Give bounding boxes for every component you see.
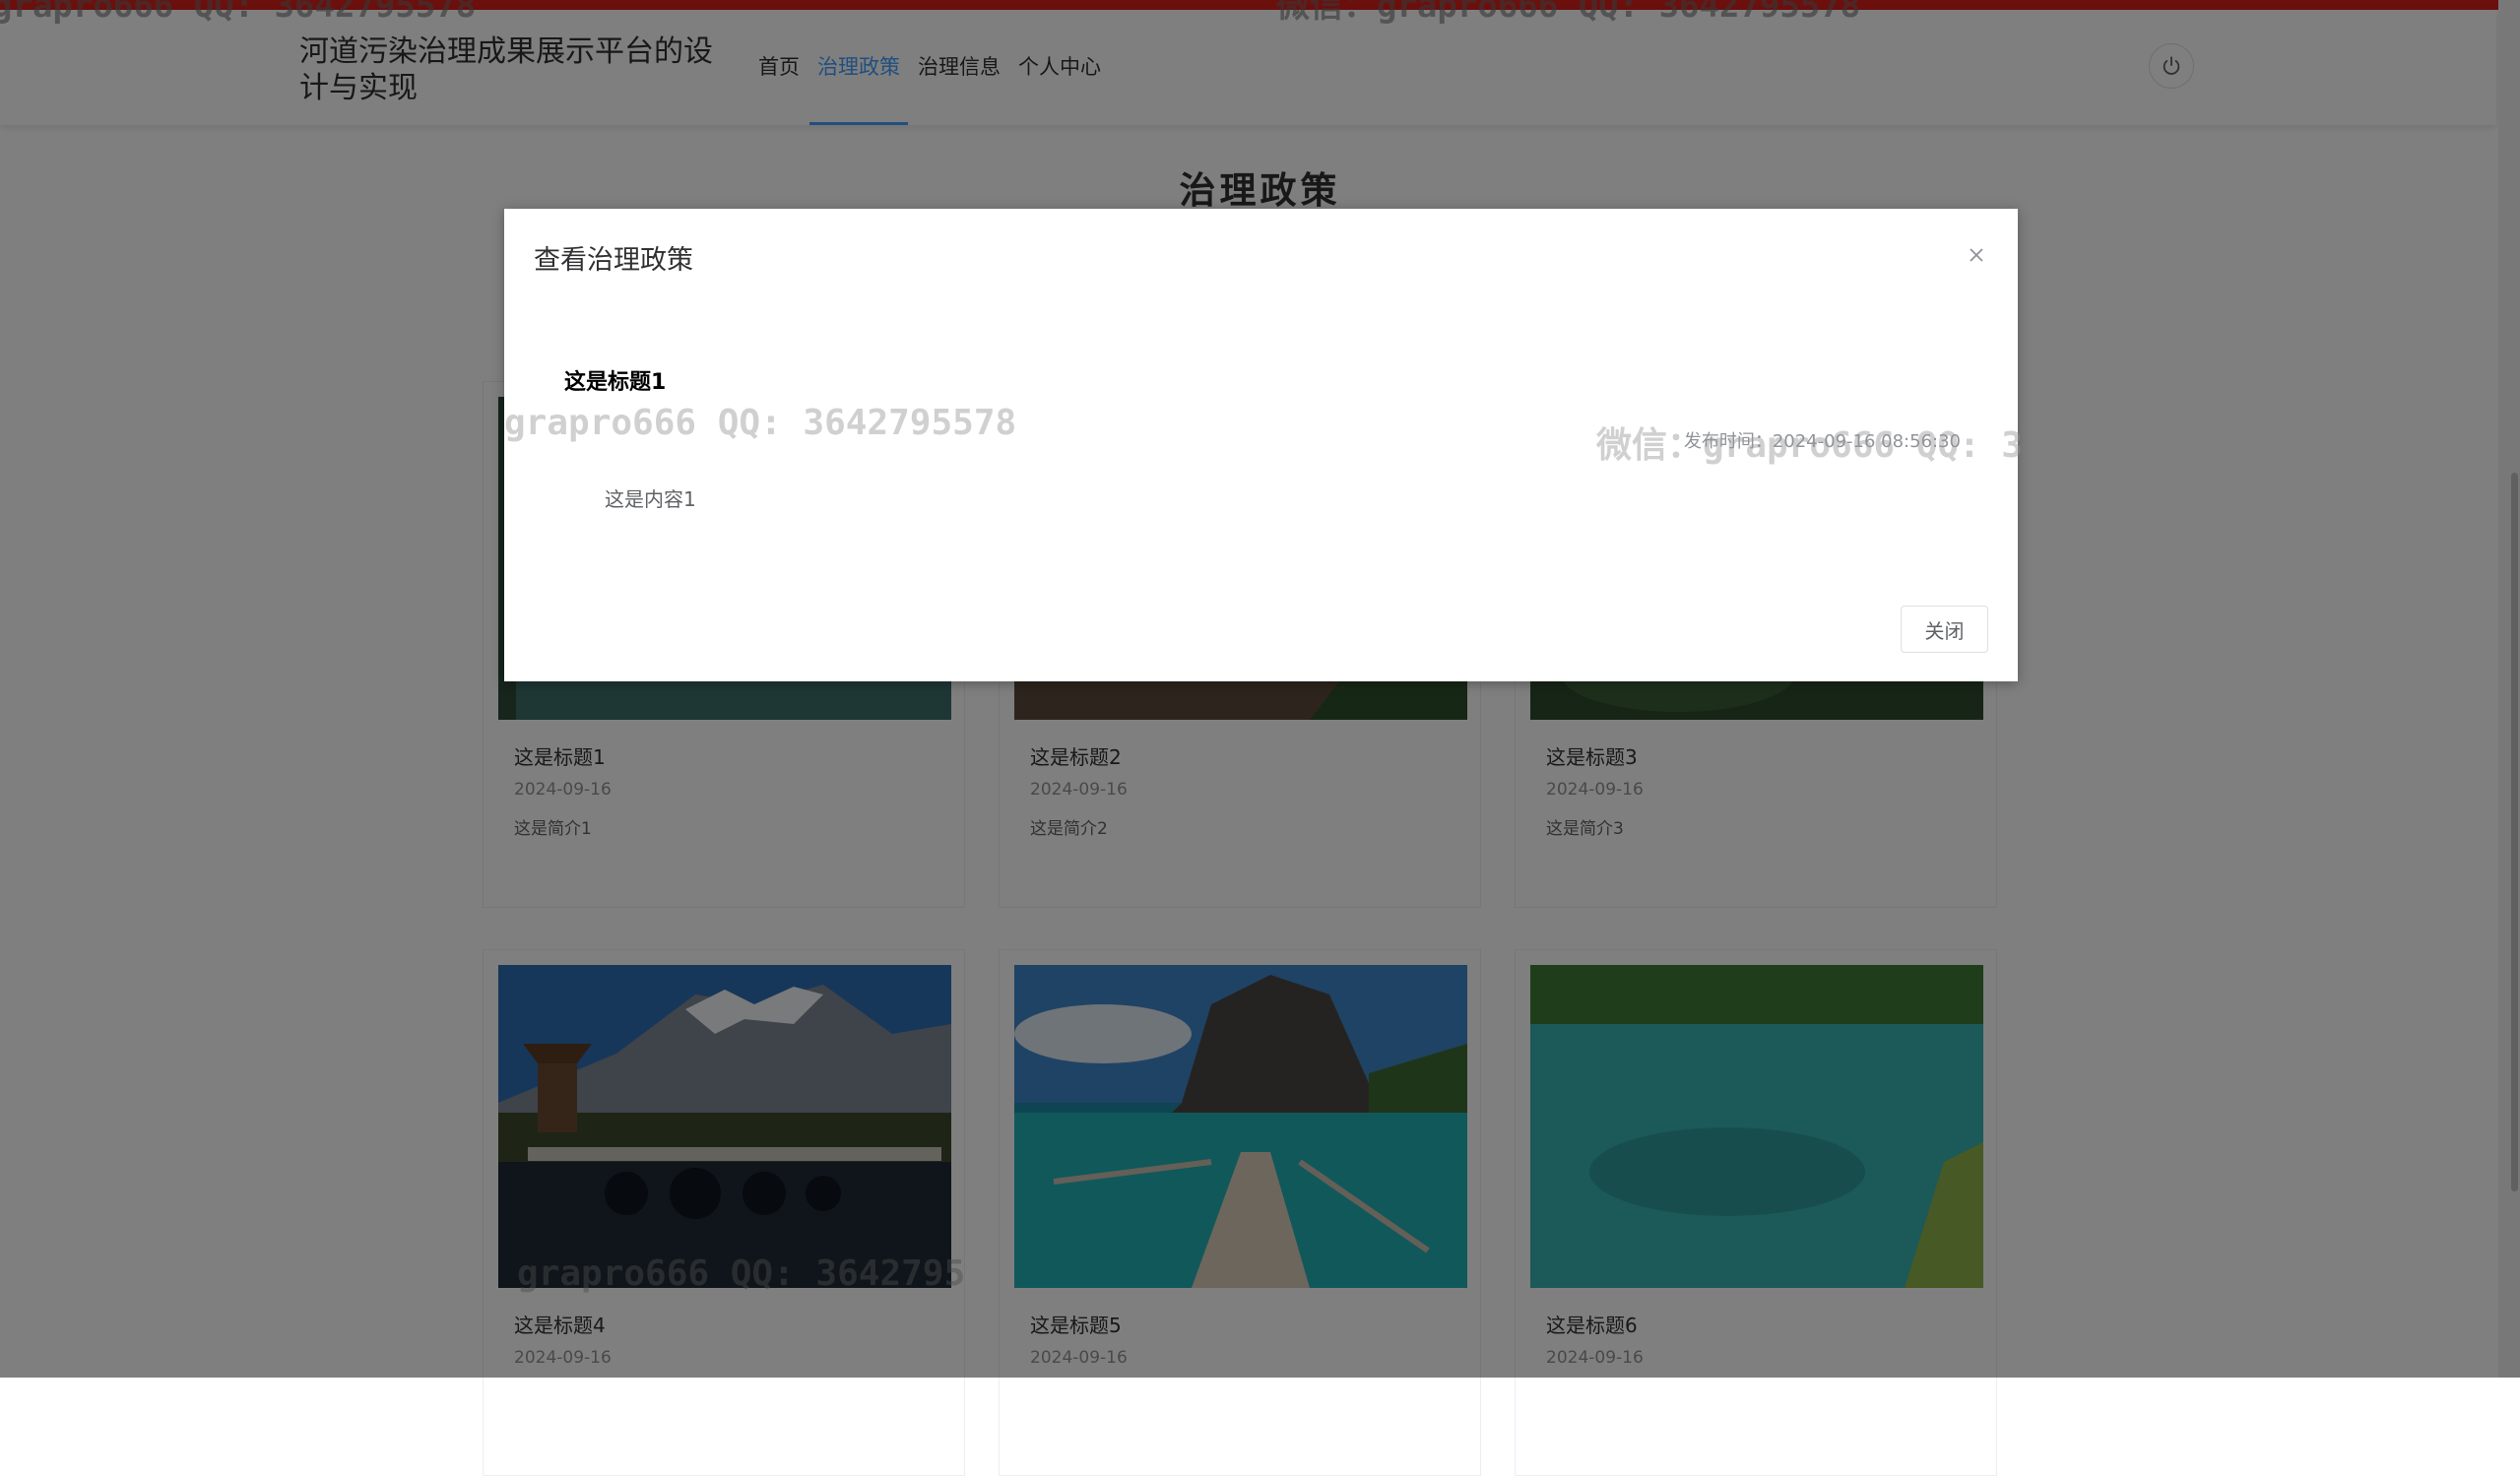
dialog-title: 查看治理政策 [534, 245, 693, 276]
watermark-mid-left: grapro666 QQ: 3642795578 [504, 403, 1017, 443]
detail-content: 这是内容1 [605, 487, 696, 511]
watermark-mid-right: 微信：grapro666 QQ: 3 [1596, 425, 2024, 466]
close-icon[interactable] [1964, 242, 1989, 268]
close-button[interactable]: 关闭 [1901, 606, 1988, 653]
modal-overlay[interactable] [0, 0, 2520, 1378]
detail-title: 这是标题1 [564, 370, 667, 395]
